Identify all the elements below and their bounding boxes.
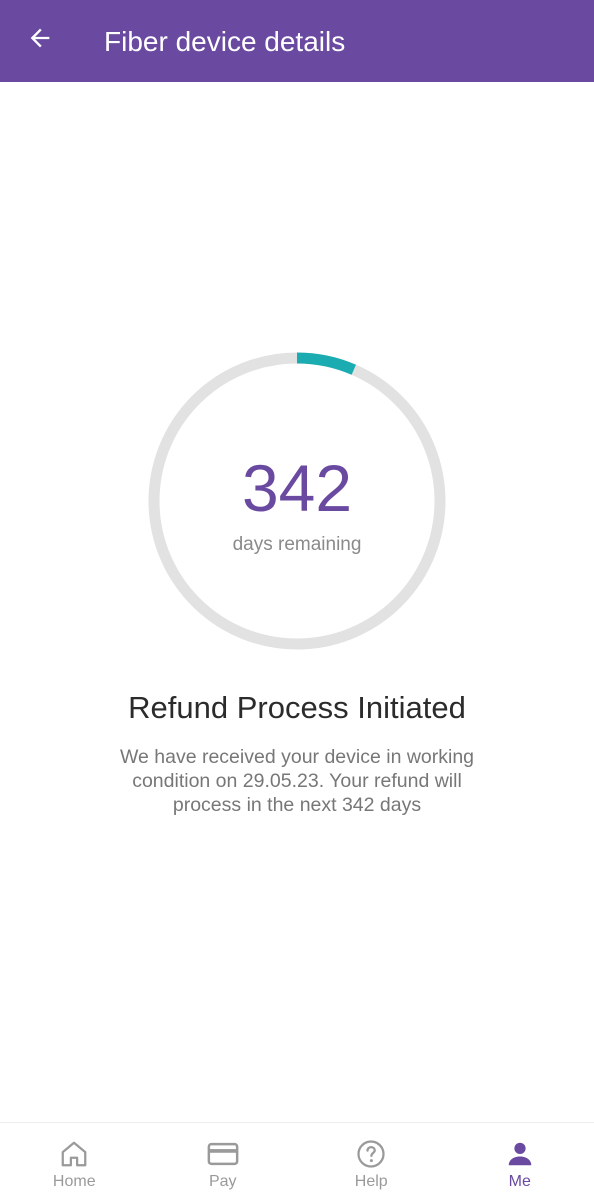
help-circle-icon — [355, 1138, 387, 1170]
days-remaining-label: days remaining — [232, 534, 362, 555]
page-title: Fiber device details — [104, 26, 346, 57]
person-icon — [504, 1138, 536, 1170]
nav-item-pay[interactable]: Pay — [149, 1123, 298, 1200]
status-description: We have received your device in working … — [119, 746, 475, 816]
nav-item-me[interactable]: Me — [446, 1123, 594, 1200]
nav-item-help[interactable]: Help — [297, 1123, 446, 1200]
top-app-bar: Fiber device details — [0, 0, 594, 82]
bottom-navigation: Home Pay Help Me — [0, 1122, 594, 1200]
back-button[interactable] — [22, 22, 58, 58]
nav-item-home[interactable]: Home — [0, 1123, 149, 1200]
home-icon — [58, 1138, 90, 1170]
credit-card-icon — [207, 1138, 239, 1170]
days-remaining-count: 342 — [241, 451, 353, 525]
nav-label-pay: Pay — [208, 1173, 237, 1190]
arrow-left-icon — [26, 24, 54, 57]
app-screen: Fiber device details 342 days remaining … — [0, 0, 594, 1200]
nav-label-me: Me — [508, 1173, 531, 1190]
status-title: Refund Process Initiated — [128, 690, 466, 725]
nav-label-help: Help — [354, 1173, 388, 1190]
nav-label-home: Home — [52, 1173, 96, 1190]
